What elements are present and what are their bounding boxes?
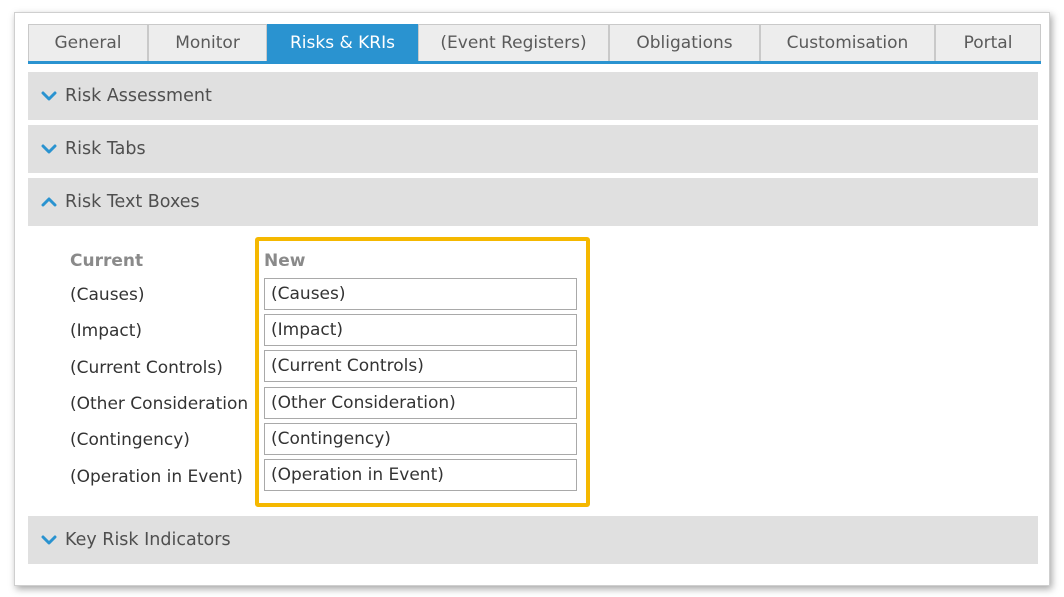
current-label-contingency: (Contingency) — [70, 430, 190, 450]
tab-monitor[interactable]: Monitor — [148, 24, 267, 61]
tab-event-registers[interactable]: (Event Registers) — [418, 24, 609, 61]
new-column-header: New — [264, 251, 306, 271]
section-label: Risk Text Boxes — [65, 192, 200, 212]
section-risk-text-boxes[interactable]: Risk Text Boxes — [28, 178, 1038, 226]
new-input-contingency[interactable] — [264, 423, 577, 455]
new-input-other-consideration[interactable] — [264, 387, 577, 419]
tab-general[interactable]: General — [28, 24, 148, 61]
new-input-causes[interactable] — [264, 278, 577, 310]
current-label-causes: (Causes) — [70, 285, 145, 305]
section-risk-tabs[interactable]: Risk Tabs — [28, 125, 1038, 173]
section-risk-assessment[interactable]: Risk Assessment — [28, 72, 1038, 120]
current-label-other-consideration: (Other Consideration — [70, 394, 249, 414]
tab-portal[interactable]: Portal — [935, 24, 1041, 61]
section-key-risk-indicators[interactable]: Key Risk Indicators — [28, 516, 1038, 564]
current-label-operation-in-event: (Operation in Event) — [70, 467, 243, 487]
chevron-down-icon — [41, 535, 57, 545]
new-input-current-controls[interactable] — [264, 350, 577, 382]
tab-risks-kris[interactable]: Risks & KRIs — [267, 24, 418, 61]
current-label-impact: (Impact) — [70, 321, 143, 341]
new-input-operation-in-event[interactable] — [264, 459, 577, 491]
current-label-current-controls: (Current Controls) — [70, 358, 223, 378]
chevron-down-icon — [41, 91, 57, 101]
current-column-header: Current — [70, 251, 144, 271]
settings-panel: General Monitor Risks & KRIs (Event Regi… — [14, 12, 1050, 586]
section-label: Risk Tabs — [65, 139, 146, 159]
section-label: Key Risk Indicators — [65, 530, 231, 550]
chevron-up-icon — [41, 197, 57, 207]
new-input-impact[interactable] — [264, 314, 577, 346]
chevron-down-icon — [41, 144, 57, 154]
section-label: Risk Assessment — [65, 86, 212, 106]
tab-customisation[interactable]: Customisation — [760, 24, 935, 61]
tab-obligations[interactable]: Obligations — [609, 24, 760, 61]
tab-bar: General Monitor Risks & KRIs (Event Regi… — [28, 24, 1041, 64]
